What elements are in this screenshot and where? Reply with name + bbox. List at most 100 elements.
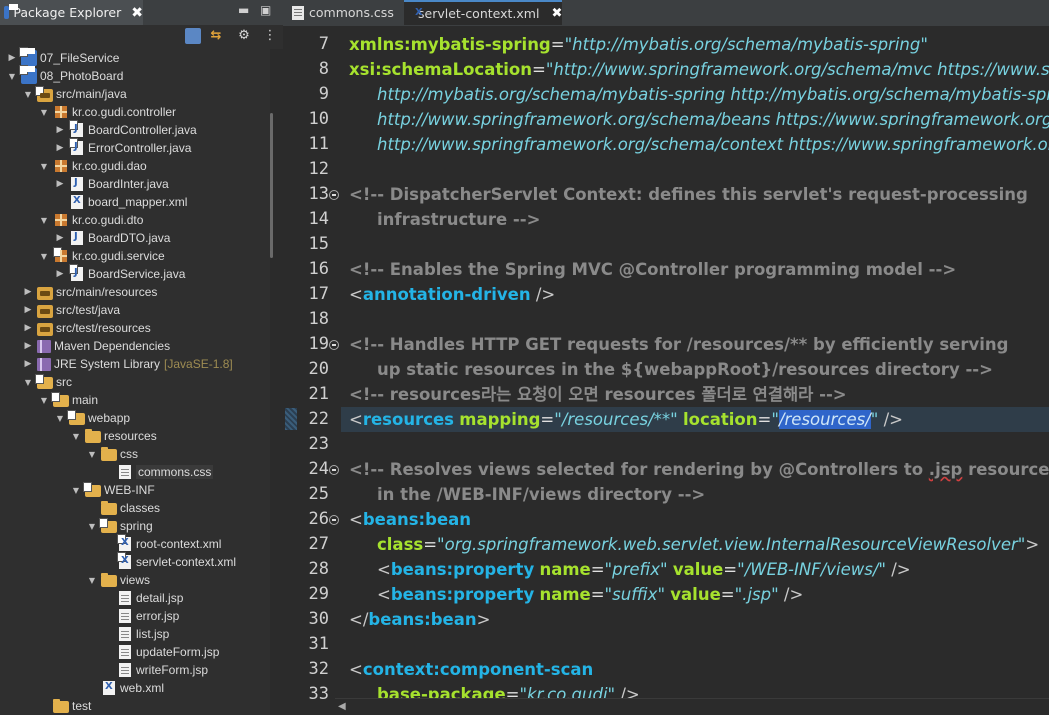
tree-item[interactable]: classes — [86, 499, 160, 517]
tree-item[interactable]: ▼ kr.co.gudi.controller — [38, 103, 176, 121]
tree-item[interactable]: ▶ src/test/java — [22, 301, 120, 319]
close-icon[interactable]: ✖ — [131, 5, 143, 21]
code-line[interactable]: http://mybatis.org/schema/mybatis-spring… — [341, 82, 1049, 107]
tree-item[interactable]: error.jsp — [102, 607, 179, 625]
chevron-down-icon[interactable]: ▼ — [38, 216, 50, 225]
tree-item[interactable]: ▼ spring — [86, 517, 153, 535]
chevron-right-icon[interactable]: ▶ — [22, 359, 34, 369]
minimize-icon[interactable]: ▬ — [238, 3, 249, 17]
code-line[interactable]: <!-- Handles HTTP GET requests for /reso… — [341, 332, 1008, 357]
code-line[interactable]: <beans:bean — [341, 507, 471, 532]
chevron-right-icon[interactable]: ▶ — [54, 143, 66, 153]
chevron-right-icon[interactable]: ▶ — [22, 341, 34, 351]
chevron-down-icon[interactable]: ▼ — [38, 252, 50, 261]
fold-toggle-icon[interactable] — [329, 465, 339, 475]
chevron-down-icon[interactable]: ▼ — [86, 576, 98, 585]
maximize-icon[interactable]: ▣ — [260, 3, 271, 17]
code-line[interactable] — [341, 157, 349, 182]
tree-item[interactable]: ▶ src/test/resources — [22, 319, 151, 337]
code-line[interactable]: <beans:property name="suffix" value=".js… — [341, 582, 803, 607]
tree-item[interactable]: ▼ main — [38, 391, 98, 409]
code-line[interactable]: <!-- Enables the Spring MVC @Controller … — [341, 257, 956, 282]
tree-item[interactable]: commons.css — [102, 463, 214, 481]
code-line[interactable]: <annotation-driven /> — [341, 282, 555, 307]
code-line[interactable]: in the /WEB-INF/views directory --> — [341, 482, 705, 507]
tree-item[interactable]: ▶ JRE System Library [JavaSE-1.8] — [22, 355, 233, 373]
code-line[interactable] — [341, 232, 349, 257]
tree-item[interactable]: ▶ ErrorController.java — [54, 138, 191, 157]
tree-item[interactable]: test — [38, 697, 91, 715]
chevron-right-icon[interactable]: ▶ — [54, 179, 66, 189]
code-line[interactable]: infrastructure --> — [341, 207, 540, 232]
code-line[interactable]: class="org.springframework.web.servlet.v… — [341, 532, 1039, 557]
tree-item[interactable]: ▼ src/main/java — [22, 85, 127, 103]
chevron-down-icon[interactable]: ▼ — [38, 108, 50, 117]
tree-item[interactable]: ▼ kr.co.gudi.dto — [38, 211, 143, 229]
code-line[interactable]: <!-- resources라는 요청이 오면 resources 폴더로 연결… — [341, 382, 847, 407]
chevron-right-icon[interactable]: ▶ — [54, 125, 66, 135]
code-line[interactable]: http://www.springframework.org/schema/be… — [341, 107, 1049, 132]
tree-item[interactable]: detail.jsp — [102, 589, 183, 607]
chevron-down-icon[interactable]: ▼ — [38, 162, 50, 171]
tree-item[interactable]: updateForm.jsp — [102, 643, 219, 661]
chevron-down-icon[interactable]: ▼ — [70, 486, 82, 495]
chevron-down-icon[interactable]: ▼ — [86, 450, 98, 459]
tree-item[interactable]: ▼ kr.co.gudi.service — [38, 247, 165, 265]
tree-item[interactable]: ▶ src/main/resources — [22, 283, 157, 301]
tree-item[interactable]: ▼ kr.co.gudi.dao — [38, 157, 147, 175]
code-line[interactable] — [341, 632, 349, 657]
tree-item[interactable]: ▶ Maven Dependencies — [22, 337, 171, 355]
tab-commons-css[interactable]: commons.css — [283, 0, 403, 25]
filter-icon[interactable]: ⚙ — [236, 28, 252, 44]
fold-toggle-icon[interactable] — [329, 190, 339, 200]
tree-item[interactable]: writeForm.jsp — [102, 661, 208, 679]
editor-horizontal-scrollbar[interactable]: ◀ — [335, 698, 1049, 715]
chevron-down-icon[interactable]: ▼ — [54, 414, 66, 423]
tree-item[interactable]: board_mapper.xml — [54, 193, 187, 211]
chevron-right-icon[interactable]: ▶ — [54, 233, 66, 243]
code-line[interactable]: base-package="kr.co.gudi" /> — [341, 682, 640, 698]
chevron-down-icon[interactable]: ▼ — [22, 90, 34, 99]
tree-item[interactable]: web.xml — [86, 679, 164, 697]
code-line[interactable]: xmlns:mybatis-spring="http://mybatis.org… — [341, 32, 928, 57]
code-line[interactable]: xsi:schemaLocation="http://www.springfra… — [341, 57, 1049, 82]
tab-package-explorer[interactable]: Package Explorer ✖ — [0, 0, 143, 25]
tree-item[interactable]: ▼ css — [86, 445, 138, 463]
code-line[interactable]: <beans:property name="prefix" value="/WE… — [341, 557, 911, 582]
code-line[interactable]: </beans:bean> — [341, 607, 490, 632]
tree-item[interactable]: ▼ views — [86, 571, 150, 589]
chevron-right-icon[interactable]: ▶ — [22, 323, 34, 333]
code-text-area[interactable]: xmlns:mybatis-spring="http://mybatis.org… — [341, 32, 1049, 698]
code-line[interactable]: <!-- Resolves views selected for renderi… — [341, 457, 1049, 482]
fold-toggle-icon[interactable] — [329, 515, 339, 525]
chevron-down-icon[interactable]: ▼ — [38, 396, 50, 405]
explorer-scroll-thumb[interactable] — [270, 113, 273, 258]
view-menu-icon[interactable]: ⋮ — [262, 28, 278, 44]
chevron-down-icon[interactable]: ▼ — [22, 378, 34, 387]
link-with-editor-icon[interactable]: ⇆ — [208, 28, 224, 44]
chevron-right-icon[interactable]: ▶ — [54, 269, 66, 279]
tree-item[interactable]: ▼ webapp — [54, 409, 130, 427]
tree-item[interactable]: ▼ WEB-INF — [70, 481, 155, 499]
tree-item[interactable]: ▶ BoardDTO.java — [54, 229, 170, 247]
code-line[interactable]: http://www.springframework.org/schema/co… — [341, 132, 1049, 157]
tree-item[interactable]: root-context.xml — [102, 534, 221, 553]
tree-item[interactable]: ▶ BoardInter.java — [54, 175, 169, 193]
code-line[interactable]: <context:component-scan — [341, 657, 593, 682]
scroll-left-icon[interactable]: ◀ — [338, 701, 346, 712]
code-line[interactable] — [341, 432, 349, 457]
chevron-down-icon[interactable]: ▼ — [86, 522, 98, 531]
tree-item[interactable]: ▶ BoardController.java — [54, 120, 197, 139]
code-line[interactable]: up static resources in the ${webappRoot}… — [341, 357, 993, 382]
code-line[interactable]: <resources mapping="/resources/**" locat… — [341, 407, 1049, 432]
chevron-down-icon[interactable]: ▼ — [6, 72, 18, 81]
tree-item[interactable]: servlet-context.xml — [102, 552, 236, 571]
tab-servlet-context-xml[interactable]: servlet-context.xml ✖ — [404, 0, 562, 25]
chevron-right-icon[interactable]: ▶ — [22, 287, 34, 297]
tree-item[interactable]: ▶ BoardService.java — [54, 264, 185, 283]
chevron-down-icon[interactable]: ▼ — [70, 432, 82, 441]
code-line[interactable] — [341, 307, 349, 332]
close-icon[interactable]: ✖ — [551, 6, 562, 21]
collapse-all-icon[interactable] — [185, 28, 201, 44]
tree-item[interactable]: ▼ src — [22, 373, 72, 391]
